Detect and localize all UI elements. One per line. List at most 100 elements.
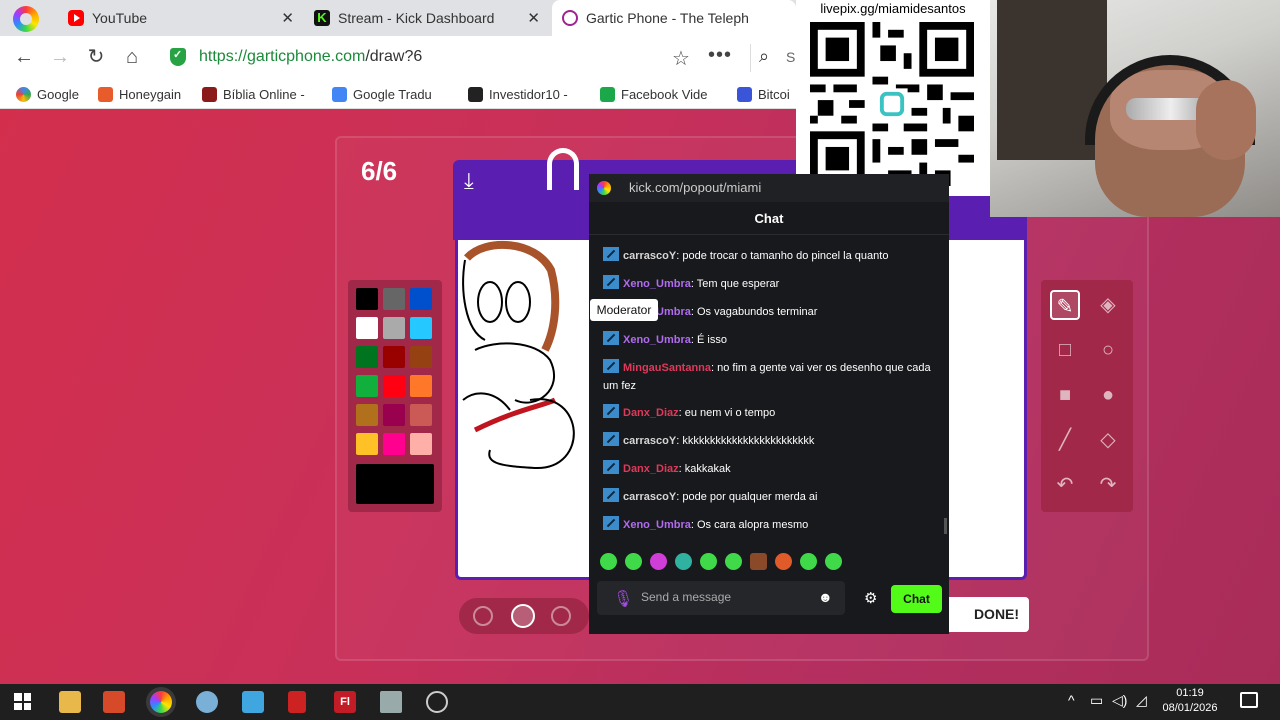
secure-shield-icon[interactable] <box>170 48 186 66</box>
chat-username[interactable]: carrascoY <box>623 435 676 447</box>
chat-username[interactable]: MingauSantanna <box>623 362 711 374</box>
chat-username[interactable]: Danx_Diaz <box>623 407 679 419</box>
microphone-icon[interactable]: 🎙 <box>613 589 633 609</box>
download-icon[interactable]: ⤓ <box>464 168 474 194</box>
moderator-badge-icon[interactable] <box>603 516 619 530</box>
notification-icon[interactable] <box>1240 692 1258 708</box>
moderator-badge-icon[interactable] <box>603 247 619 261</box>
emote-icon[interactable] <box>750 553 767 570</box>
color-swatch[interactable] <box>383 404 405 426</box>
circle-outline-icon[interactable]: ○ <box>1093 335 1123 365</box>
emote-icon[interactable] <box>625 553 642 570</box>
emote-icon[interactable] <box>825 553 842 570</box>
opera-browser-icon[interactable] <box>150 691 172 713</box>
rect-filled-icon[interactable]: ■ <box>1050 380 1080 410</box>
moderator-badge-icon[interactable] <box>603 359 619 373</box>
chat-username[interactable]: Danx_Diaz <box>623 463 679 475</box>
bookmark-honeygain[interactable]: Honeygain <box>98 84 181 104</box>
circle-filled-icon[interactable]: ● <box>1093 380 1123 410</box>
close-tab-icon[interactable]: ✕ <box>527 9 540 27</box>
system-clock[interactable]: 01:19 08/01/2026 <box>1150 686 1230 716</box>
bookmark-investidor10[interactable]: Investidor10 - <box>468 84 568 104</box>
brush-size-small[interactable] <box>473 606 493 626</box>
emote-icon[interactable] <box>650 553 667 570</box>
network-icon[interactable]: ◿ <box>1136 692 1147 709</box>
color-swatch[interactable] <box>410 317 432 339</box>
app-window-icon[interactable] <box>380 691 402 713</box>
color-swatch[interactable] <box>383 317 405 339</box>
color-swatch[interactable] <box>383 288 405 310</box>
color-swatch[interactable] <box>410 404 432 426</box>
color-swatch[interactable] <box>356 375 378 397</box>
bookmark-google-tradutor[interactable]: Google Tradu <box>332 84 432 104</box>
chat-username[interactable]: carrascoY <box>623 250 676 262</box>
moderator-badge-icon[interactable] <box>603 404 619 418</box>
calculator-icon[interactable] <box>288 691 306 713</box>
brush-size-large[interactable] <box>551 606 571 626</box>
flash-icon[interactable]: Fl <box>334 691 356 713</box>
color-swatch[interactable] <box>410 346 432 368</box>
eraser-icon[interactable]: ◇ <box>1093 425 1123 455</box>
rect-outline-icon[interactable]: □ <box>1050 335 1080 365</box>
color-swatch[interactable] <box>410 433 432 455</box>
chat-username[interactable]: Xeno_Umbra <box>623 519 691 531</box>
more-options-icon[interactable]: ••• <box>708 44 732 67</box>
color-swatch[interactable] <box>410 288 432 310</box>
windows-start-icon[interactable] <box>14 693 31 710</box>
bookmark-star-icon[interactable]: ☆ <box>672 46 690 71</box>
home-icon[interactable]: ⌂ <box>120 45 144 69</box>
bookmark-bitcoin[interactable]: Bitcoi <box>737 84 790 104</box>
media-player-icon[interactable] <box>103 691 125 713</box>
close-tab-icon[interactable]: ✕ <box>281 9 294 27</box>
send-chat-button[interactable]: Chat <box>891 585 942 613</box>
volume-icon[interactable]: ◁) <box>1112 692 1127 709</box>
app-icon[interactable] <box>196 691 218 713</box>
tab-youtube[interactable]: YouTube ✕ <box>58 0 304 36</box>
emote-icon[interactable] <box>725 553 742 570</box>
undo-icon[interactable]: ↶ <box>1050 470 1080 500</box>
color-swatch[interactable] <box>356 346 378 368</box>
chat-scrollbar[interactable] <box>944 518 947 534</box>
bookmark-biblia[interactable]: Bíblia Online - <box>202 84 305 104</box>
moderator-badge-icon[interactable] <box>603 460 619 474</box>
color-swatch[interactable] <box>383 346 405 368</box>
emote-icon[interactable] <box>775 553 792 570</box>
back-icon[interactable]: ← <box>12 45 36 69</box>
emote-icon[interactable] <box>700 553 717 570</box>
bookmark-google[interactable]: Google <box>16 84 79 104</box>
reload-icon[interactable]: ↻ <box>84 45 108 69</box>
gear-icon[interactable]: ⚙ <box>864 589 877 607</box>
moderator-badge-icon[interactable] <box>603 275 619 289</box>
redo-icon[interactable]: ↷ <box>1093 470 1123 500</box>
notes-icon[interactable] <box>242 691 264 713</box>
color-swatch[interactable] <box>410 375 432 397</box>
tab-gartic-phone[interactable]: Gartic Phone - The Teleph <box>552 0 796 36</box>
line-icon[interactable]: ╱ <box>1050 425 1080 455</box>
done-button[interactable]: DONE! <box>944 597 1029 632</box>
moderator-badge-icon[interactable] <box>603 432 619 446</box>
chat-username[interactable]: carrascoY <box>623 491 676 503</box>
moderator-badge-icon[interactable] <box>603 331 619 345</box>
color-swatch[interactable] <box>383 433 405 455</box>
obs-icon[interactable] <box>426 691 448 713</box>
bookmark-facebook-video[interactable]: Facebook Vide <box>600 84 708 104</box>
chat-username[interactable]: Xeno_Umbra <box>623 334 691 346</box>
forward-icon[interactable]: → <box>48 45 72 69</box>
color-swatch[interactable] <box>356 433 378 455</box>
browser-logo-icon[interactable] <box>13 6 39 32</box>
tab-kick-dashboard[interactable]: K Stream - Kick Dashboard ✕ <box>304 0 550 36</box>
color-swatch[interactable] <box>356 404 378 426</box>
emote-icon[interactable] <box>600 553 617 570</box>
color-swatch[interactable] <box>356 317 378 339</box>
fill-icon[interactable]: ◈ <box>1093 290 1123 320</box>
color-swatch[interactable] <box>383 375 405 397</box>
emote-icon[interactable] <box>800 553 817 570</box>
file-explorer-icon[interactable] <box>59 691 81 713</box>
pen-icon[interactable]: ✎ <box>1050 290 1080 320</box>
address-bar[interactable]: https://garticphone.com/draw?6 <box>199 48 422 66</box>
chat-username[interactable]: Xeno_Umbra <box>623 278 691 290</box>
emoji-icon[interactable]: ☻ <box>818 589 833 605</box>
show-hidden-icons[interactable]: ^ <box>1068 692 1075 708</box>
moderator-badge-icon[interactable] <box>603 488 619 502</box>
emote-icon[interactable] <box>675 553 692 570</box>
